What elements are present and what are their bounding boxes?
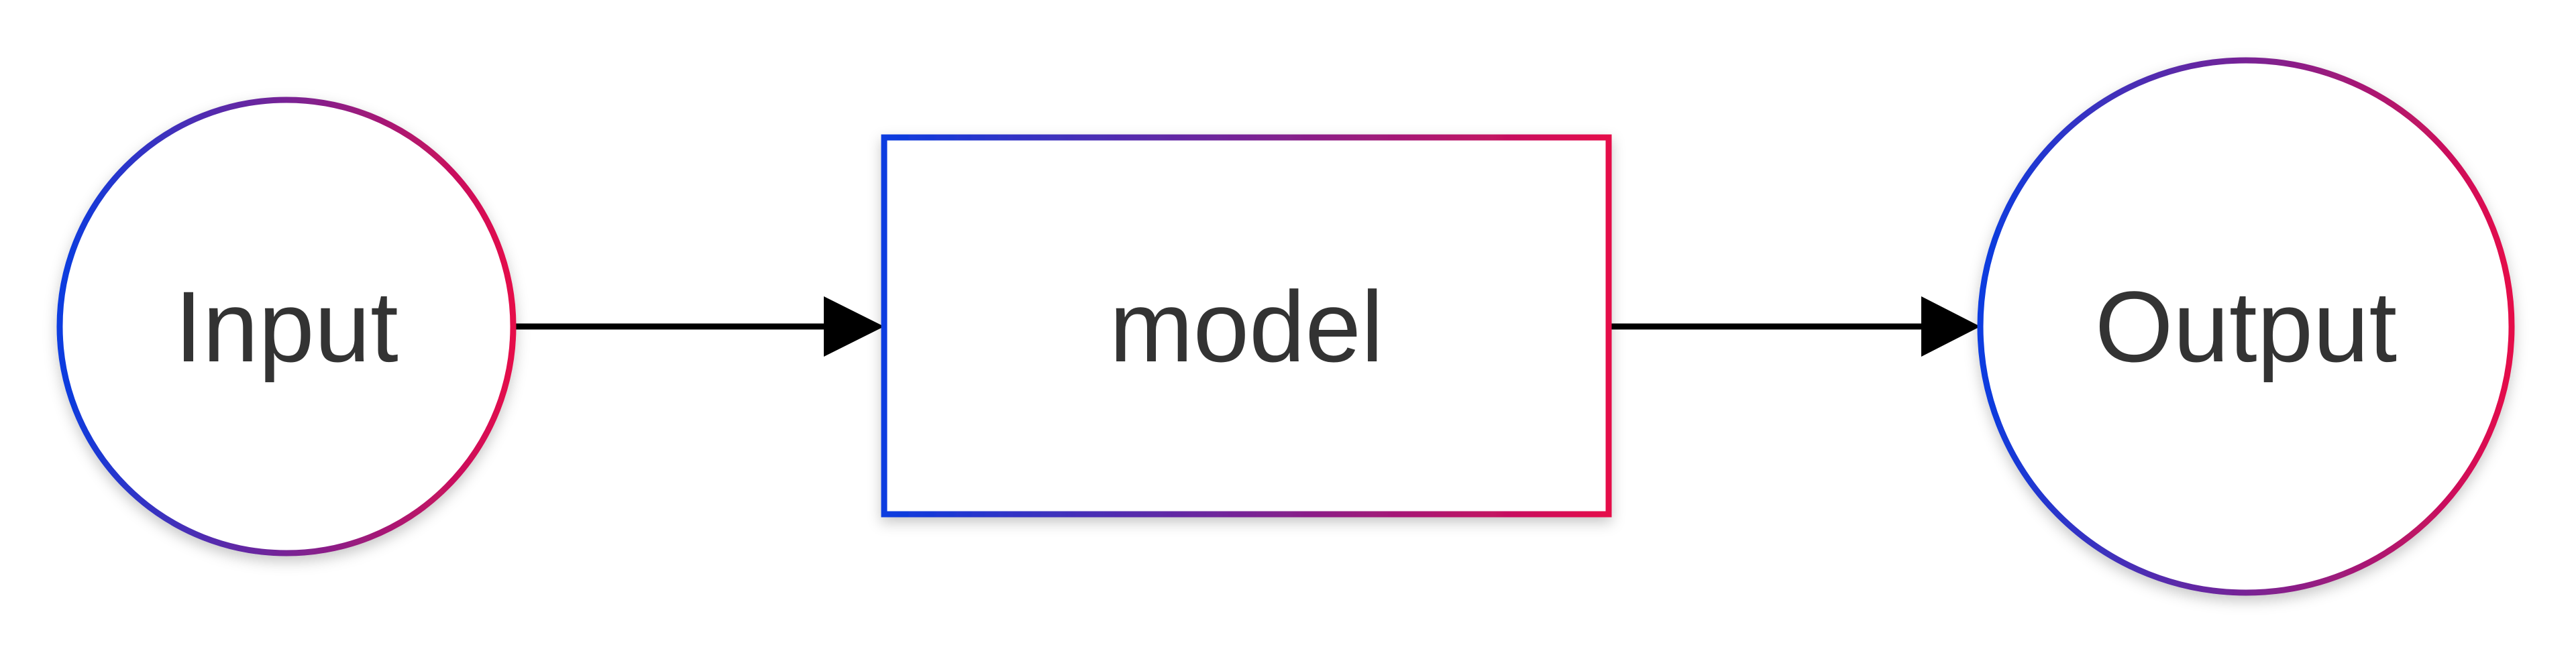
- model-node-label: model: [1110, 270, 1384, 383]
- arrowhead-icon: [824, 296, 884, 357]
- input-node-label: Input: [174, 270, 398, 383]
- flow-diagram: Input model Output: [56, 57, 2515, 596]
- edge-input-to-model: [515, 296, 884, 357]
- edge-model-to-output: [1610, 296, 1980, 357]
- arrowhead-icon: [1921, 296, 1980, 357]
- output-node-label: Output: [2095, 270, 2397, 383]
